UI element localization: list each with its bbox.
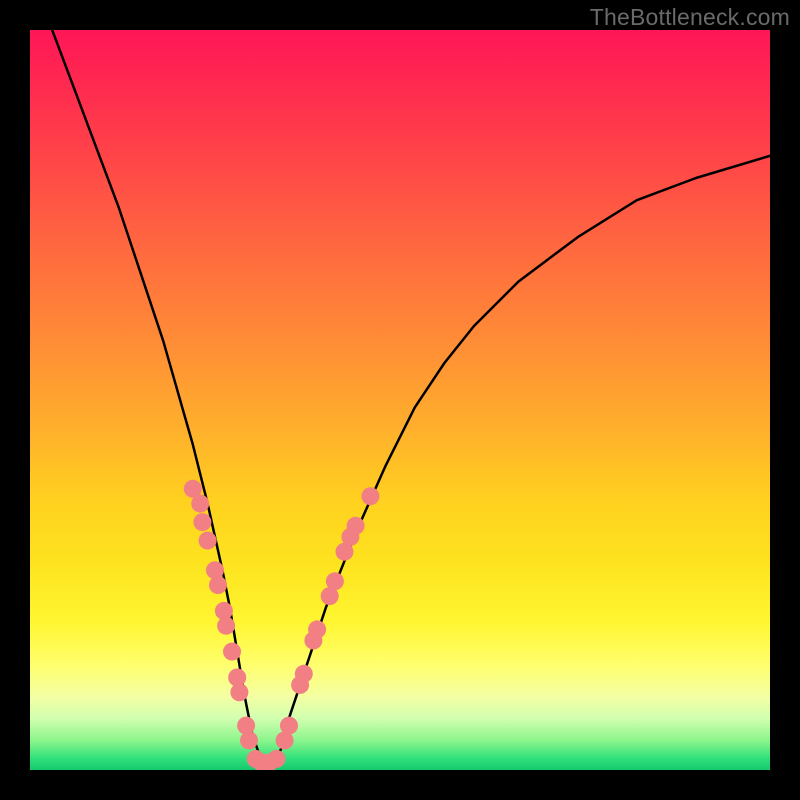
figure-frame: TheBottleneck.com (0, 0, 800, 800)
data-dot (326, 572, 344, 590)
data-dot (223, 643, 241, 661)
data-dot (209, 576, 227, 594)
data-dot (308, 620, 326, 638)
data-dot (361, 487, 379, 505)
bottleneck-curve (52, 30, 770, 763)
chart-svg-layer (30, 30, 770, 770)
data-dot (199, 532, 217, 550)
data-dot (191, 495, 209, 513)
plot-area (30, 30, 770, 770)
data-dot (206, 561, 224, 579)
bottleneck-curve-path (52, 30, 770, 763)
data-dot (267, 750, 285, 768)
data-dot (193, 513, 211, 531)
data-dot (217, 617, 235, 635)
data-dot (295, 665, 313, 683)
watermark-text: TheBottleneck.com (590, 4, 790, 31)
data-dot (347, 517, 365, 535)
data-dot (240, 731, 258, 749)
data-dot (230, 683, 248, 701)
data-dot (280, 717, 298, 735)
